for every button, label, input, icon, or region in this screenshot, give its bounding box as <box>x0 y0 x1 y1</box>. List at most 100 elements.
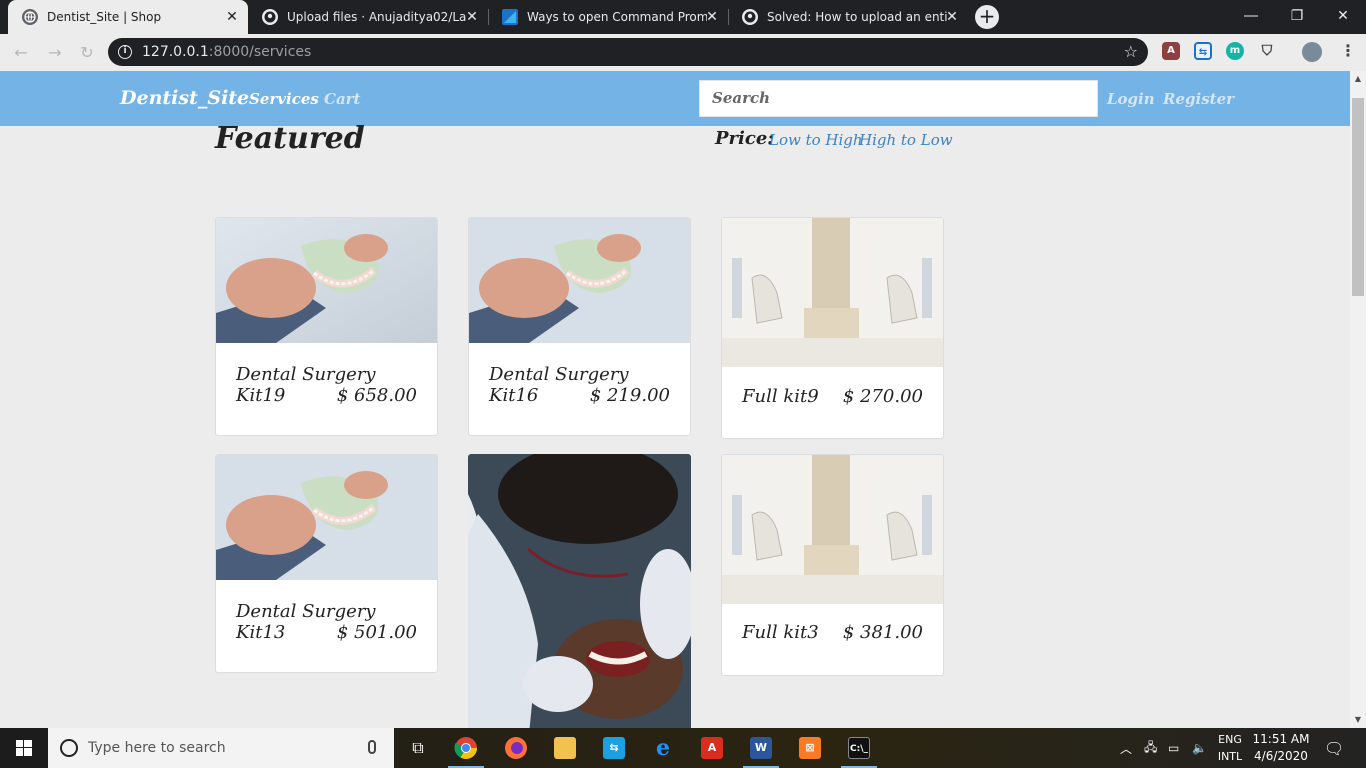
github-icon <box>262 9 278 25</box>
language-indicator[interactable]: ENG INTL <box>1212 731 1248 765</box>
product-card[interactable]: Dental Surgery Kit13 $ 501.00 <box>215 454 438 673</box>
tab-title: Solved: How to upload an entire <box>767 10 947 24</box>
close-window-button[interactable]: ✕ <box>1320 0 1366 32</box>
windows-logo-icon <box>16 740 32 756</box>
taskbar-chrome[interactable] <box>442 728 490 768</box>
taskbar-xampp[interactable]: ⊠ <box>786 728 834 768</box>
tab-upload-files[interactable]: Upload files · Anujaditya02/Larav ✕ <box>248 0 488 34</box>
product-card[interactable]: Full kit9 $ 270.00 <box>721 217 944 439</box>
scroll-down-arrow-icon[interactable]: ▼ <box>1350 712 1366 728</box>
tab-title: Upload files · Anujaditya02/Larav <box>287 10 467 24</box>
volume-icon[interactable]: 🔈 <box>1192 728 1207 768</box>
forward-icon[interactable]: → <box>44 42 66 64</box>
dental-clinic-image <box>722 455 943 604</box>
pdf-extension-icon[interactable]: A <box>1162 42 1180 60</box>
shield-extension-icon[interactable]: ⛉ <box>1258 42 1276 60</box>
windows-start-button[interactable] <box>0 728 48 768</box>
tray-chevron-icon[interactable]: ︿ <box>1120 728 1132 768</box>
acrobat-icon: A <box>701 737 723 759</box>
product-price: $ 381.00 <box>842 622 923 643</box>
site-info-icon[interactable]: i <box>118 45 132 59</box>
denture-model-image <box>216 218 437 343</box>
tab-title: Ways to open Command Prompt <box>527 10 707 24</box>
page-viewport: Dentist_Site Services Cart Search Login … <box>0 71 1350 728</box>
url-path: :8000/services <box>208 44 312 60</box>
back-icon[interactable]: ← <box>10 42 32 64</box>
search-input[interactable]: Search <box>699 80 1098 117</box>
chrome-icon <box>454 737 477 759</box>
xampp-icon: ⊠ <box>799 737 821 759</box>
close-tab-icon[interactable]: ✕ <box>224 9 240 25</box>
scroll-up-arrow-icon[interactable]: ▲ <box>1350 71 1366 87</box>
taskbar-command-prompt[interactable]: C:\_ <box>835 728 883 768</box>
product-card[interactable]: Dental Surgery Kit16 $ 219.00 <box>468 217 691 436</box>
taskbar-word[interactable]: W <box>737 728 785 768</box>
price-sort-label: Price: <box>715 128 774 149</box>
url-text: 127.0.0.1:8000/services <box>142 44 311 60</box>
close-tab-icon[interactable]: ✕ <box>704 9 720 25</box>
reload-icon[interactable]: ↻ <box>76 42 98 64</box>
nav-register-link[interactable]: Register <box>1163 90 1234 108</box>
terminal-icon: C:\_ <box>848 737 870 759</box>
tab-solved-upload[interactable]: Solved: How to upload an entire ✕ <box>728 0 968 34</box>
task-view-icon: ⧉ <box>412 738 424 757</box>
minimize-button[interactable]: ― <box>1228 0 1274 32</box>
folder-icon <box>554 737 576 759</box>
nav-cart-link[interactable]: Cart <box>324 90 361 108</box>
bookmark-star-icon[interactable]: ☆ <box>1124 42 1138 61</box>
close-tab-icon[interactable]: ✕ <box>464 9 480 25</box>
word-icon: W <box>750 737 772 759</box>
m-extension-icon[interactable]: m <box>1226 42 1244 60</box>
close-tab-icon[interactable]: ✕ <box>944 9 960 25</box>
task-view-button[interactable]: ⧉ <box>394 728 442 768</box>
sort-high-to-low-link[interactable]: High to Low <box>859 131 953 149</box>
network-icon[interactable]: 🖧 <box>1144 728 1157 768</box>
taskbar-edge[interactable]: e <box>639 728 687 768</box>
page-scrollbar[interactable]: ▲ ▼ <box>1350 71 1366 728</box>
taskbar-firefox[interactable] <box>492 728 540 768</box>
nav-services-link[interactable]: Services <box>249 90 319 108</box>
language-code: ENG <box>1218 733 1242 746</box>
browser-tab-strip: Dentist_Site | Shop ✕ Upload files · Anu… <box>0 0 1366 34</box>
denture-model-image <box>469 218 690 343</box>
globe-icon <box>22 9 38 25</box>
tab-title: Dentist_Site | Shop <box>47 10 162 24</box>
clock-date: 4/6/2020 <box>1254 749 1308 763</box>
share-extension-icon[interactable]: ⇆ <box>1194 42 1212 60</box>
notifications-icon[interactable]: 🗨 <box>1324 728 1344 768</box>
tab-command-prompt[interactable]: Ways to open Command Prompt ✕ <box>488 0 728 34</box>
profile-avatar[interactable] <box>1302 42 1322 62</box>
search-icon <box>60 739 78 757</box>
taskbar-search-placeholder: Type here to search <box>88 740 226 756</box>
product-card[interactable]: Full kit3 $ 381.00 <box>721 454 944 676</box>
product-price: $ 501.00 <box>336 622 417 643</box>
taskbar-file-explorer[interactable] <box>541 728 589 768</box>
battery-icon[interactable]: ▭ <box>1168 728 1179 768</box>
sort-low-to-high-link[interactable]: Low to High <box>769 131 863 149</box>
product-price: $ 658.00 <box>336 385 417 406</box>
tab-dentist-site[interactable]: Dentist_Site | Shop ✕ <box>8 0 248 34</box>
system-clock[interactable]: 11:51 AM 4/6/2020 <box>1248 731 1314 765</box>
address-bar[interactable]: i 127.0.0.1:8000/services ☆ <box>108 38 1148 66</box>
product-card[interactable]: Dental Surgery Kit19 $ 658.00 <box>215 217 438 436</box>
edge-icon: e <box>656 735 670 761</box>
new-tab-button[interactable]: + <box>975 5 999 29</box>
restore-button[interactable]: ❐ <box>1274 0 1320 32</box>
github-icon <box>742 9 758 25</box>
taskbar-acrobat[interactable]: A <box>688 728 736 768</box>
taskbar-search-box[interactable]: Type here to search <box>48 728 394 768</box>
scrollbar-thumb[interactable] <box>1352 98 1364 296</box>
firefox-icon <box>505 737 527 759</box>
microphone-icon[interactable] <box>368 740 376 754</box>
keyboard-layout: INTL <box>1217 750 1243 763</box>
site-brand[interactable]: Dentist_Site <box>120 87 249 109</box>
product-card[interactable] <box>468 454 691 728</box>
browser-menu-icon[interactable]: ⋮ <box>1340 40 1356 62</box>
dentist-examination-image <box>468 454 691 728</box>
product-price: $ 219.00 <box>589 385 670 406</box>
dental-clinic-image <box>722 218 943 367</box>
taskbar-app-share[interactable]: ⇆ <box>590 728 638 768</box>
nav-login-link[interactable]: Login <box>1107 90 1155 108</box>
product-price: $ 270.00 <box>842 386 923 407</box>
share-app-icon: ⇆ <box>603 737 625 759</box>
